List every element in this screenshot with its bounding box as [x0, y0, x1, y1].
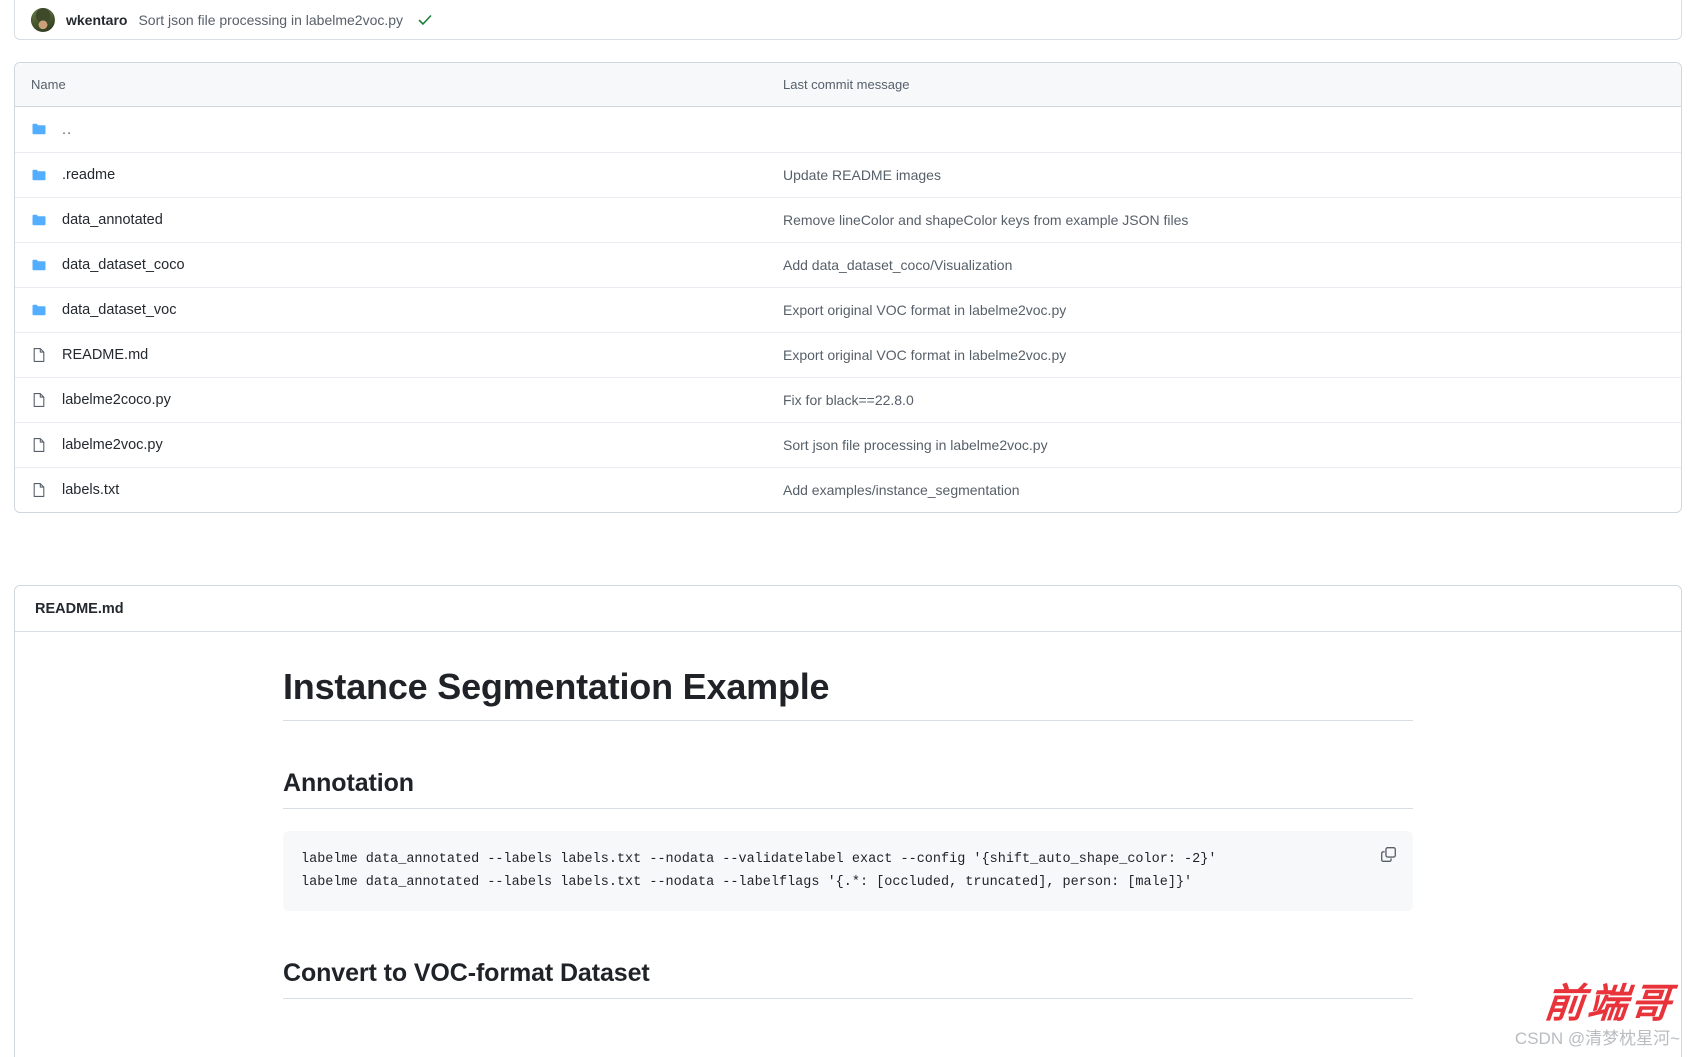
copy-icon[interactable]	[1373, 839, 1403, 869]
column-header-last-commit-message: Last commit message	[783, 77, 910, 92]
table-row[interactable]: .readme Update README images	[15, 152, 1681, 197]
column-header-name: Name	[31, 77, 66, 92]
file-icon	[31, 437, 47, 453]
file-commit-message[interactable]: Fix for black==22.8.0	[783, 392, 914, 408]
table-row[interactable]: data_dataset_voc Export original VOC form…	[15, 287, 1681, 332]
readme-file-title: README.md	[35, 600, 124, 617]
file-commit-message[interactable]: Update README images	[783, 167, 941, 183]
file-name-link[interactable]: labelme2coco.py	[62, 392, 171, 408]
file-name-link[interactable]: labels.txt	[62, 482, 119, 498]
readme-heading-convert: Convert to VOC-format Dataset	[283, 959, 1413, 999]
table-row[interactable]: data_annotated Remove lineColor and shape…	[15, 197, 1681, 242]
file-name-link[interactable]: .readme	[62, 167, 115, 183]
file-name-cell: data_annotated	[31, 212, 783, 228]
check-icon[interactable]	[417, 12, 433, 28]
file-name-cell: data_dataset_coco	[31, 257, 783, 273]
readme-panel: README.md Instance Segmentation Example …	[14, 585, 1682, 1057]
file-table: Name Last commit message .. .readme Update…	[14, 62, 1682, 513]
annotation-code-block: labelme data_annotated --labels labels.t…	[283, 831, 1413, 911]
file-name-cell: data_dataset_voc	[31, 302, 783, 318]
readme-content: Instance Segmentation Example Annotation…	[15, 632, 1681, 999]
file-name-cell: README.md	[31, 347, 783, 363]
readme-heading-annotation: Annotation	[283, 769, 1413, 809]
folder-icon	[31, 122, 47, 138]
file-commit-message[interactable]: Add data_dataset_coco/Visualization	[783, 257, 1012, 273]
file-table-body: .. .readme Update README images data_annota…	[15, 107, 1681, 512]
file-name-link[interactable]: labelme2voc.py	[62, 437, 163, 453]
table-row[interactable]: ..	[15, 107, 1681, 152]
repo-file-browser-page: wkentaro Sort json file processing in la…	[0, 0, 1696, 1057]
latest-commit-bar: wkentaro Sort json file processing in la…	[14, 0, 1682, 40]
folder-icon	[31, 257, 47, 273]
file-name-cell: labelme2voc.py	[31, 437, 783, 453]
file-name-link[interactable]: README.md	[62, 347, 148, 363]
table-row[interactable]: data_dataset_coco Add data_dataset_coco/V…	[15, 242, 1681, 287]
table-row[interactable]: labelme2coco.py Fix for black==22.8.0	[15, 377, 1681, 422]
file-commit-message[interactable]: Export original VOC format in labelme2vo…	[783, 302, 1066, 318]
file-table-header: Name Last commit message	[15, 63, 1681, 107]
file-commit-message[interactable]: Export original VOC format in labelme2vo…	[783, 347, 1066, 363]
file-commit-message[interactable]: Sort json file processing in labelme2voc…	[783, 437, 1048, 453]
file-name-link[interactable]: data_annotated	[62, 212, 163, 228]
table-row[interactable]: README.md Export original VOC format in l…	[15, 332, 1681, 377]
table-row[interactable]: labels.txt Add examples/instance_segmenta…	[15, 467, 1681, 512]
file-name-cell: labels.txt	[31, 482, 783, 498]
code-line: labelme data_annotated --labels labels.t…	[301, 875, 1193, 890]
avatar[interactable]	[31, 7, 55, 32]
file-name-link[interactable]: ..	[62, 122, 72, 138]
readme-heading-1: Instance Segmentation Example	[283, 666, 1413, 721]
code-line: labelme data_annotated --labels labels.t…	[301, 852, 1217, 867]
file-name-link[interactable]: data_dataset_coco	[62, 257, 185, 273]
file-icon	[31, 392, 47, 408]
folder-icon	[31, 167, 47, 183]
file-commit-message[interactable]: Add examples/instance_segmentation	[783, 482, 1020, 498]
file-name-cell: labelme2coco.py	[31, 392, 783, 408]
file-icon	[31, 347, 47, 363]
file-commit-message[interactable]: Remove lineColor and shapeColor keys fro…	[783, 212, 1188, 228]
folder-icon	[31, 302, 47, 318]
file-name-link[interactable]: data_dataset_voc	[62, 302, 176, 318]
file-icon	[31, 482, 47, 498]
file-name-cell: ..	[31, 122, 783, 138]
commit-author-link[interactable]: wkentaro	[66, 12, 127, 28]
file-name-cell: .readme	[31, 167, 783, 183]
folder-icon	[31, 212, 47, 228]
table-row[interactable]: labelme2voc.py Sort json file processing …	[15, 422, 1681, 467]
readme-panel-header: README.md	[15, 586, 1681, 632]
commit-message-link[interactable]: Sort json file processing in labelme2voc…	[138, 12, 403, 28]
